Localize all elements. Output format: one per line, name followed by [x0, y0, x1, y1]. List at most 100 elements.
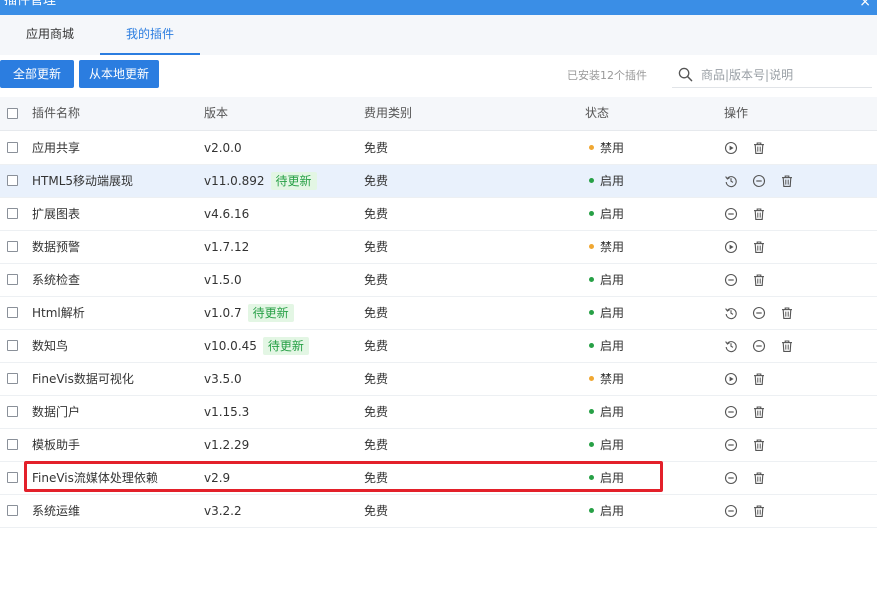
- plugin-name: FineVis数据可视化: [32, 372, 134, 386]
- delete-icon[interactable]: [752, 438, 766, 452]
- tab-bar: 应用商城 我的插件: [0, 15, 877, 55]
- plugin-version-cell: v10.0.45 待更新: [204, 330, 309, 362]
- update-from-local-button[interactable]: 从本地更新: [79, 60, 159, 88]
- status-label: 禁用: [600, 141, 625, 155]
- header-status: 状态: [585, 106, 610, 120]
- status-label: 禁用: [600, 240, 625, 254]
- disable-icon[interactable]: [752, 339, 766, 353]
- plugin-version-cell: v1.7.12: [204, 231, 249, 263]
- disable-icon[interactable]: [724, 438, 738, 452]
- plugin-version: v4.6.16: [204, 207, 250, 221]
- plugin-name: HTML5移动端展现: [32, 174, 134, 188]
- update-all-button[interactable]: 全部更新: [0, 60, 74, 88]
- plugin-fee: 免费: [364, 240, 389, 254]
- plugin-version: v10.0.45: [204, 339, 257, 353]
- header-version: 版本: [204, 106, 229, 120]
- table-row[interactable]: 系统运维 v3.2.2 免费 启用: [0, 495, 877, 528]
- table-row[interactable]: FineVis流媒体处理依赖 v2.9 免费 启用: [0, 462, 877, 495]
- plugin-version-cell: v4.6.16: [204, 198, 249, 230]
- delete-icon[interactable]: [780, 306, 794, 320]
- enable-icon[interactable]: [724, 372, 738, 386]
- delete-icon[interactable]: [752, 471, 766, 485]
- plugin-version: v2.0.0: [204, 141, 242, 155]
- row-checkbox[interactable]: [7, 307, 18, 318]
- delete-icon[interactable]: [752, 141, 766, 155]
- tab-my-plugins[interactable]: 我的插件: [100, 15, 200, 55]
- table-row[interactable]: 数知鸟 v10.0.45 待更新 免费 启用: [0, 330, 877, 363]
- plugin-fee: 免费: [364, 405, 389, 419]
- disable-icon[interactable]: [724, 207, 738, 221]
- table-row[interactable]: 数据门户 v1.15.3 免费 启用: [0, 396, 877, 429]
- delete-icon[interactable]: [752, 207, 766, 221]
- table-row[interactable]: Html解析 v1.0.7 待更新 免费 启用: [0, 297, 877, 330]
- disable-icon[interactable]: [724, 504, 738, 518]
- plugin-version-cell: v1.0.7 待更新: [204, 297, 294, 329]
- delete-icon[interactable]: [752, 405, 766, 419]
- status-dot-icon: [589, 178, 594, 183]
- plugin-fee: 免费: [364, 273, 389, 287]
- delete-icon[interactable]: [752, 273, 766, 287]
- disable-icon[interactable]: [752, 174, 766, 188]
- plugin-version-cell: v1.2.29: [204, 429, 249, 461]
- delete-icon[interactable]: [780, 339, 794, 353]
- update-icon[interactable]: [724, 339, 738, 353]
- row-checkbox[interactable]: [7, 241, 18, 252]
- row-checkbox[interactable]: [7, 175, 18, 186]
- plugin-status: 启用: [589, 198, 624, 230]
- update-pending-badge: 待更新: [262, 336, 309, 355]
- plugin-status: 禁用: [589, 231, 624, 263]
- header-actions: 操作: [724, 106, 749, 120]
- plugin-version: v11.0.892: [204, 174, 265, 188]
- enable-icon[interactable]: [724, 240, 738, 254]
- table-row[interactable]: 模板助手 v1.2.29 免费 启用: [0, 429, 877, 462]
- close-icon[interactable]: ×: [859, 0, 871, 10]
- delete-icon[interactable]: [752, 504, 766, 518]
- table-row[interactable]: 系统检查 v1.5.0 免费 启用: [0, 264, 877, 297]
- row-checkbox[interactable]: [7, 274, 18, 285]
- row-checkbox[interactable]: [7, 208, 18, 219]
- row-checkbox[interactable]: [7, 142, 18, 153]
- status-dot-icon: [589, 508, 594, 513]
- row-checkbox[interactable]: [7, 406, 18, 417]
- table-row[interactable]: 数据预警 v1.7.12 免费 禁用: [0, 231, 877, 264]
- row-checkbox[interactable]: [7, 472, 18, 483]
- plugin-name: 应用共享: [32, 141, 81, 155]
- row-checkbox[interactable]: [7, 505, 18, 516]
- delete-icon[interactable]: [780, 174, 794, 188]
- table-row[interactable]: FineVis数据可视化 v3.5.0 免费 禁用: [0, 363, 877, 396]
- plugin-status: 启用: [589, 396, 624, 428]
- status-dot-icon: [589, 376, 594, 381]
- status-dot-icon: [589, 211, 594, 216]
- table-row[interactable]: 应用共享 v2.0.0 免费 禁用: [0, 132, 877, 165]
- tab-app-store[interactable]: 应用商城: [0, 15, 100, 55]
- row-checkbox[interactable]: [7, 373, 18, 384]
- plugin-name: 模板助手: [32, 438, 81, 452]
- plugin-version-cell: v2.9: [204, 462, 230, 494]
- disable-icon[interactable]: [724, 273, 738, 287]
- status-label: 启用: [600, 471, 625, 485]
- plugin-version: v3.5.0: [204, 372, 242, 386]
- search-icon[interactable]: [678, 67, 693, 82]
- plugin-status: 启用: [589, 330, 624, 362]
- plugin-version: v1.2.29: [204, 438, 250, 452]
- disable-icon[interactable]: [724, 405, 738, 419]
- disable-icon[interactable]: [752, 306, 766, 320]
- plugin-version-cell: v1.5.0: [204, 264, 242, 296]
- table-row[interactable]: HTML5移动端展现 v11.0.892 待更新 免费 启用: [0, 165, 877, 198]
- plugin-name: FineVis流媒体处理依赖: [32, 471, 158, 485]
- enable-icon[interactable]: [724, 141, 738, 155]
- plugin-status: 启用: [589, 165, 624, 197]
- update-icon[interactable]: [724, 174, 738, 188]
- disable-icon[interactable]: [724, 471, 738, 485]
- delete-icon[interactable]: [752, 240, 766, 254]
- table-row[interactable]: 扩展图表 v4.6.16 免费 启用: [0, 198, 877, 231]
- status-label: 启用: [600, 438, 625, 452]
- select-all-checkbox[interactable]: [7, 108, 18, 119]
- status-dot-icon: [589, 442, 594, 447]
- plugin-version: v2.9: [204, 471, 231, 485]
- update-icon[interactable]: [724, 306, 738, 320]
- delete-icon[interactable]: [752, 372, 766, 386]
- row-checkbox[interactable]: [7, 439, 18, 450]
- search-input[interactable]: [699, 64, 873, 86]
- row-checkbox[interactable]: [7, 340, 18, 351]
